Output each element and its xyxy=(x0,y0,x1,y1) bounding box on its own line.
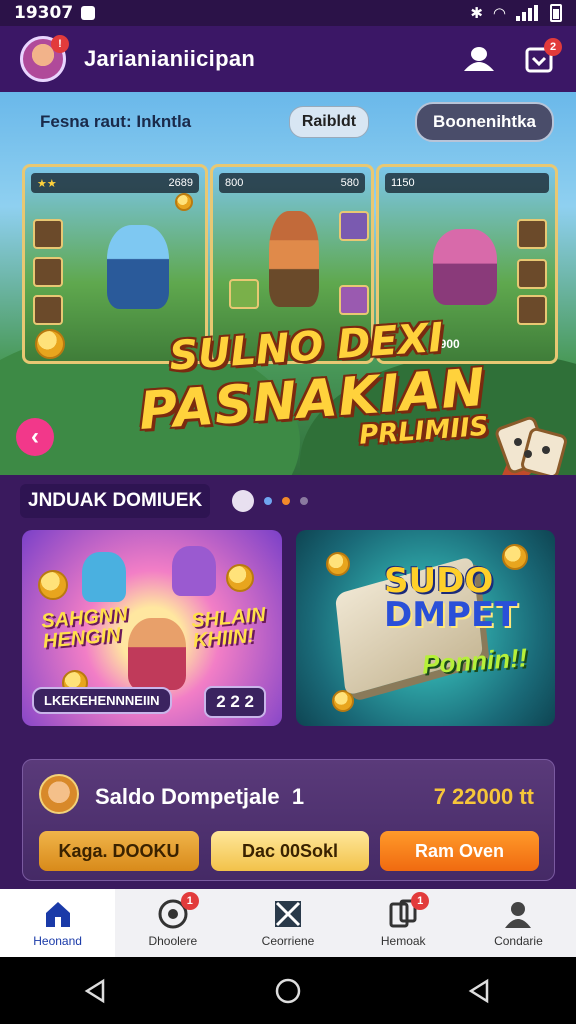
character-blue xyxy=(82,552,126,602)
dice-rocket-icon xyxy=(495,416,567,475)
home-circle-icon[interactable] xyxy=(275,978,301,1004)
card-right-subtitle: Ponnin!! xyxy=(421,642,529,680)
promo-headline: SULNO DEXI PASNAKIAN PRLIMIIS xyxy=(134,312,489,466)
banner-topbar: Fesna raut: Inkntla Raibldt Boonenihtka xyxy=(0,100,576,144)
wallet-button-1[interactable]: Kaga. DOOKU xyxy=(39,831,199,871)
banner-chip-boonenihtka[interactable]: Boonenihtka xyxy=(415,102,554,142)
header-actions: 2 xyxy=(462,38,562,76)
game-card-left[interactable]: SAHGNN HENGIN SHLAIN KHIIN! LKEKEHENNNEI… xyxy=(22,530,282,726)
nav-item-hemoak[interactable]: 1 Hemoak xyxy=(346,889,461,957)
panel2-right: 580 xyxy=(340,177,359,189)
inbox-icon[interactable]: 2 xyxy=(522,38,562,76)
nav-item-ceorriene[interactable]: Ceorriene xyxy=(230,889,345,957)
battery-icon xyxy=(550,4,562,22)
carousel-dot-2[interactable] xyxy=(264,497,273,505)
wallet-avatar xyxy=(39,774,79,814)
carousel-dot-1[interactable] xyxy=(232,490,255,512)
carousel-dots xyxy=(232,490,309,512)
warrior-character xyxy=(269,211,319,307)
status-icons: ✱ ◠ xyxy=(470,4,562,22)
nav-item-condarie[interactable]: Condarie xyxy=(461,889,576,957)
nav-label-hemoak: Hemoak xyxy=(380,934,426,948)
inbox-badge: 2 xyxy=(544,38,562,56)
friends-icon[interactable] xyxy=(462,42,496,76)
notification-icon xyxy=(81,6,96,20)
nav-badge-dhoolere: 1 xyxy=(180,892,199,910)
wallet-index: 1 xyxy=(291,784,305,809)
panel2-hud: 800 580 xyxy=(219,173,365,193)
home-icon xyxy=(45,902,70,927)
panel3-top: 1150 xyxy=(391,177,415,189)
panel1-score: 2689 xyxy=(168,177,193,189)
panel2-left: 800 xyxy=(225,177,244,189)
recents-icon[interactable] xyxy=(467,978,493,1004)
card-left-text-a: SAHGNN HENGIN xyxy=(40,603,130,652)
character-purple xyxy=(172,546,216,596)
game-card-right[interactable]: SUDO DMPET Ponnin!! xyxy=(296,530,555,726)
nav-label-home: Heonand xyxy=(33,934,82,948)
card-right-title: SUDO DMPET xyxy=(384,564,517,632)
section-title: JNDUAK DOMIUEK xyxy=(20,484,211,518)
card-left-caption: LKEKEHENNNEIIN xyxy=(32,687,172,714)
record-icon: 1 xyxy=(157,892,199,930)
signal-icon xyxy=(516,5,540,21)
person-icon xyxy=(505,902,532,928)
nav-badge-hemoak: 1 xyxy=(411,892,430,910)
bluetooth-icon: ✱ xyxy=(470,4,483,22)
wallet-label: Saldo Dompetjale 1 xyxy=(95,784,304,810)
system-nav-bar xyxy=(0,957,576,1024)
chevron-left-icon: ‹ xyxy=(31,423,39,450)
back-icon[interactable] xyxy=(83,978,109,1004)
cards-icon: 1 xyxy=(387,892,430,930)
wallet-panel: Saldo Dompetjale 1 7 22000 tt Kaga. DOOK… xyxy=(22,759,555,881)
character-main xyxy=(128,618,186,690)
carousel-dot-3[interactable] xyxy=(282,497,291,505)
card-left-badge: 2 2 2 xyxy=(204,686,266,718)
carousel-dot-4[interactable] xyxy=(300,497,309,505)
nav-label-ceorriene: Ceorriene xyxy=(261,934,315,948)
card-left-text-b: SHLAIN KHIIN! xyxy=(190,604,268,653)
card-left-text-4: KHIIN! xyxy=(192,624,255,653)
banner-label: Fesna raut: Inkntla xyxy=(40,112,192,131)
banner-chip-raibldt[interactable]: Raibldt xyxy=(288,106,370,138)
status-bar: 19307 ✱ ◠ xyxy=(0,0,576,26)
status-time: 19307 xyxy=(14,3,74,23)
app-title: Jarianianiicipan xyxy=(84,46,256,71)
monster-character xyxy=(433,229,497,305)
profile-avatar[interactable]: ! xyxy=(20,35,69,82)
banner-prev-button[interactable]: ‹ xyxy=(16,418,54,456)
bottom-nav: Heonand 1 Dhoolere Ceorriene 1 Hemoak Co… xyxy=(0,889,576,957)
nav-item-dhoolere[interactable]: 1 Dhoolere xyxy=(115,889,230,957)
nav-item-home[interactable]: Heonand xyxy=(0,889,116,957)
avatar-badge: ! xyxy=(51,35,69,53)
wallet-label-text: Saldo Dompetjale xyxy=(95,784,280,809)
app-header: ! Jarianianiicipan 2 xyxy=(0,26,576,92)
panel1-hud: ★★ 2689 xyxy=(31,173,199,193)
wallet-button-2[interactable]: Dac 00Sokl xyxy=(211,831,369,871)
wifi-icon: ◠ xyxy=(492,4,506,22)
section-header: JNDUAK DOMIUEK xyxy=(20,484,556,518)
nav-label-dhoolere: Dhoolere xyxy=(148,934,198,948)
wallet-amount: 7 22000 tt xyxy=(433,784,534,809)
panel3-hud: 1150 xyxy=(385,173,549,193)
wallet-button-3[interactable]: Ram Oven xyxy=(380,831,539,871)
nav-label-condarie: Condarie xyxy=(494,934,543,948)
promo-banner[interactable]: Fesna raut: Inkntla Raibldt Boonenihtka … xyxy=(0,92,576,475)
hero-character xyxy=(107,225,169,309)
card-right-title-2: DMPET xyxy=(384,595,518,635)
crossbox-icon xyxy=(275,901,301,927)
